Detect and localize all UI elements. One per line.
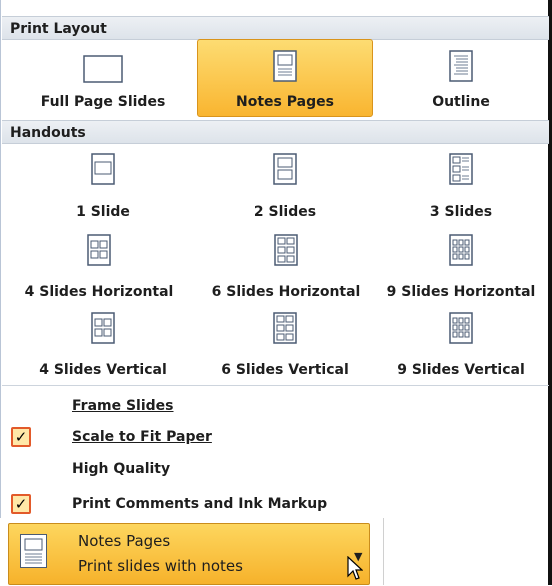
toggle-label: Print Comments and Ink Markup xyxy=(72,496,328,512)
print-layout-menu: Print Layout Full Page Slides Notes Page… xyxy=(0,0,552,518)
dropdown-subtitle: Print slides with notes xyxy=(78,557,243,575)
option-label: 9 Slides Horizontal xyxy=(386,284,536,300)
two-slides-option[interactable]: 2 Slides xyxy=(197,148,373,220)
mouse-cursor-icon xyxy=(347,555,364,586)
checkmark-icon: ✓ xyxy=(11,494,31,514)
option-label: 9 Slides Vertical xyxy=(397,362,525,378)
print-layout-header: Print Layout xyxy=(2,16,549,40)
option-label: Notes Pages xyxy=(236,94,334,110)
notes-pages-icon xyxy=(20,534,47,568)
high-quality-toggle[interactable]: High Quality xyxy=(1,456,548,484)
scale-to-fit-paper-toggle[interactable]: ✓ Scale to Fit Paper xyxy=(1,424,548,452)
menu-divider xyxy=(2,385,549,386)
nine-slides-horizontal-option[interactable]: 9 Slides Horizontal xyxy=(373,230,549,302)
window-edge xyxy=(548,518,552,585)
print-comments-toggle[interactable]: ✓ Print Comments and Ink Markup xyxy=(1,491,548,519)
frame-slides-toggle[interactable]: Frame Slides xyxy=(1,393,548,421)
pane-divider xyxy=(383,518,384,585)
outline-icon xyxy=(449,50,473,86)
four-slides-horizontal-icon xyxy=(87,234,111,270)
toggle-label: High Quality xyxy=(72,461,171,477)
option-label: Full Page Slides xyxy=(40,94,166,110)
option-label: 2 Slides xyxy=(253,204,317,220)
notes-pages-option[interactable]: Notes Pages xyxy=(197,39,373,117)
outline-option[interactable]: Outline xyxy=(373,40,549,118)
dropdown-title: Notes Pages xyxy=(78,532,171,550)
one-slide-icon xyxy=(91,153,115,189)
print-layout-dropdown[interactable]: Notes Pages Print slides with notes ▼ xyxy=(8,523,370,585)
six-slides-horizontal-icon xyxy=(274,234,298,270)
four-slides-vertical-option[interactable]: 4 Slides Vertical xyxy=(15,308,191,384)
nine-slides-horizontal-icon xyxy=(449,234,473,270)
notes-pages-icon xyxy=(273,50,297,86)
full-page-slides-option[interactable]: Full Page Slides xyxy=(15,40,191,118)
one-slide-option[interactable]: 1 Slide xyxy=(15,148,191,220)
six-slides-horizontal-option[interactable]: 6 Slides Horizontal xyxy=(191,230,381,302)
nine-slides-vertical-option[interactable]: 9 Slides Vertical xyxy=(373,308,549,384)
four-slides-horizontal-option[interactable]: 4 Slides Horizontal xyxy=(1,230,197,302)
toggle-label: Scale to Fit Paper xyxy=(72,429,212,445)
option-label: 4 Slides Horizontal xyxy=(24,284,174,300)
toggle-label: Frame Slides xyxy=(72,398,174,414)
option-label: 4 Slides Vertical xyxy=(39,362,167,378)
full-page-slide-icon xyxy=(83,55,123,87)
checkmark-icon: ✓ xyxy=(11,427,31,447)
two-slides-icon xyxy=(273,153,297,189)
option-label: 3 Slides xyxy=(429,204,493,220)
option-label: 1 Slide xyxy=(76,204,130,220)
nine-slides-vertical-icon xyxy=(449,312,473,348)
three-slides-icon xyxy=(449,153,473,189)
six-slides-vertical-icon xyxy=(273,312,297,348)
handouts-header: Handouts xyxy=(2,120,549,144)
option-label: 6 Slides Vertical xyxy=(221,362,349,378)
option-label: Outline xyxy=(432,94,490,110)
option-label: 6 Slides Horizontal xyxy=(211,284,361,300)
six-slides-vertical-option[interactable]: 6 Slides Vertical xyxy=(197,308,373,384)
four-slides-vertical-icon xyxy=(91,312,115,348)
three-slides-option[interactable]: 3 Slides xyxy=(373,148,549,220)
